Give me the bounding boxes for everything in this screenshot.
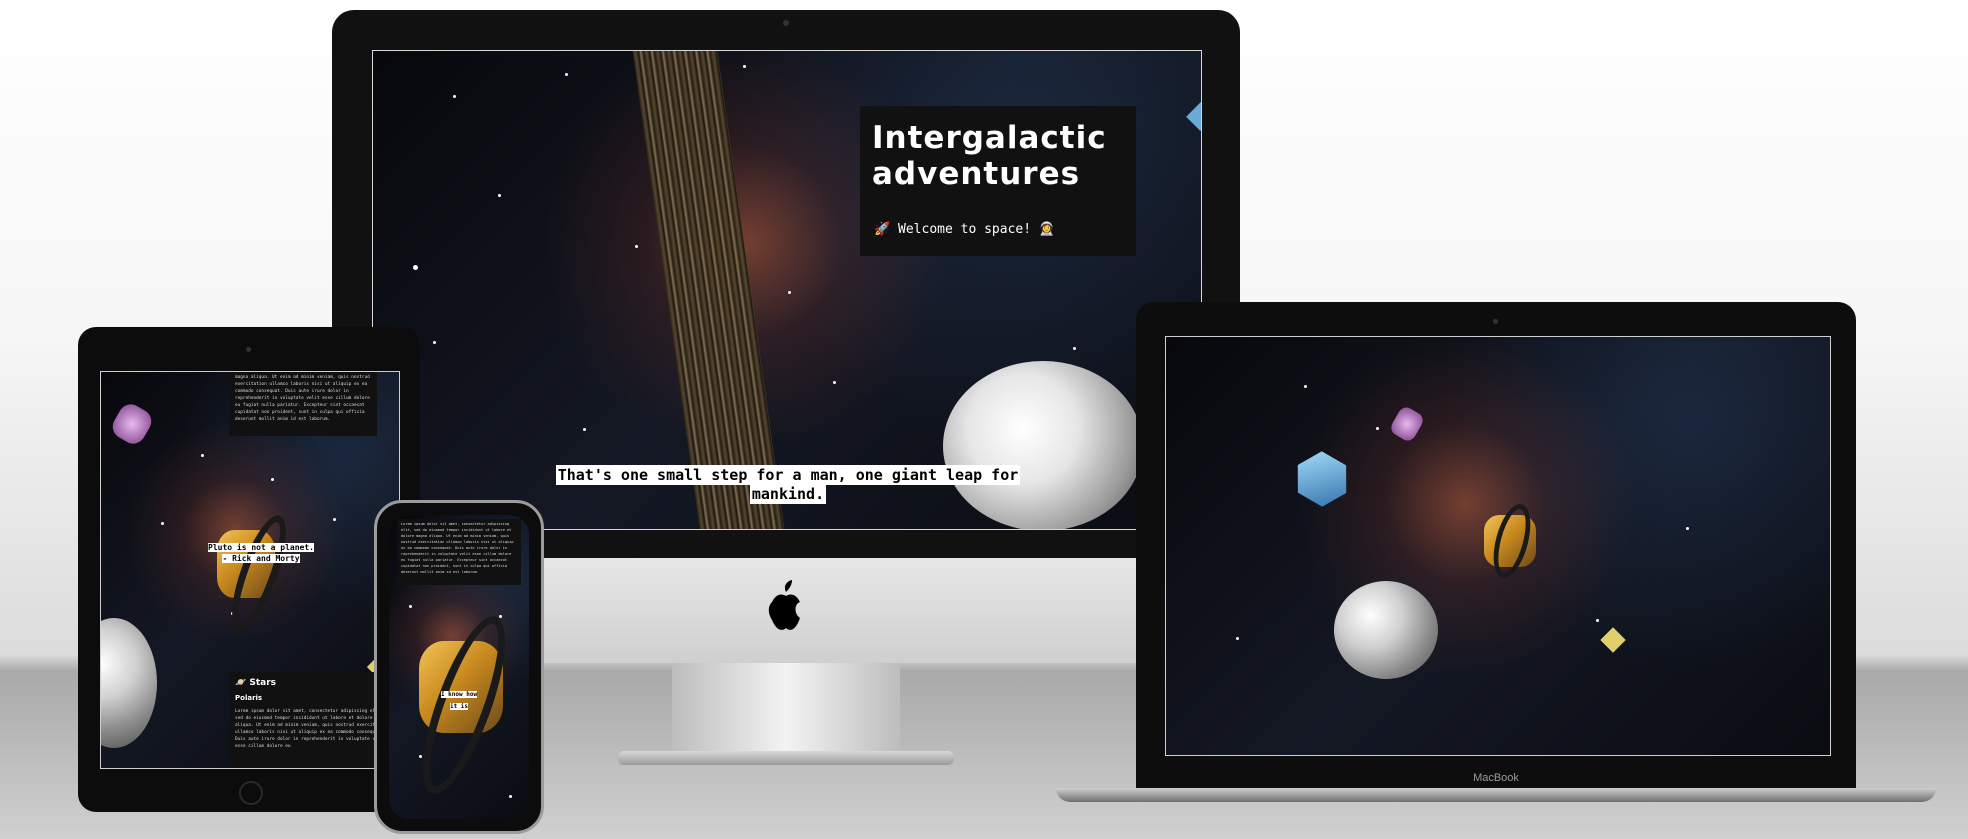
star	[1236, 637, 1239, 640]
macbook-screen	[1165, 336, 1831, 756]
hero-subtitle: 🚀 Welcome to space! 👩‍🚀	[874, 222, 1056, 237]
text-card-top: magna aliqua. Ut enim ad minim veniam, q…	[229, 372, 377, 436]
quote-line-1: That's one small step for a man, one gia…	[555, 465, 1021, 485]
star	[583, 428, 586, 431]
iphone-screen: Lorem ipsum dolor sit amet, consectetur …	[389, 515, 529, 819]
home-button[interactable]	[239, 781, 263, 805]
quote-line-2: it is	[449, 703, 469, 710]
imac-screen: Intergalactic adventures 🚀 Welcome to sp…	[372, 50, 1202, 530]
star	[271, 478, 274, 481]
iphone-quote: I know how it is	[429, 687, 489, 711]
ipad-quote: Pluto is not a planet. - Rick and Morty	[201, 542, 321, 564]
star	[1376, 427, 1379, 430]
star	[743, 65, 746, 68]
star	[413, 265, 418, 270]
macbook-brand-label: MacBook	[1473, 772, 1519, 784]
star	[833, 381, 836, 384]
apple-logo-icon	[764, 578, 808, 634]
ipad-screen: magna aliqua. Ut enim ad minim veniam, q…	[100, 371, 400, 769]
star	[419, 755, 422, 758]
purple-crystal	[1388, 404, 1426, 444]
star	[201, 454, 204, 457]
purple-crystal	[108, 399, 156, 449]
star	[1596, 619, 1599, 622]
quote-line-1: I know how	[440, 691, 478, 698]
camera-dot	[783, 20, 789, 26]
macbook-device: MacBook	[1136, 302, 1856, 792]
star	[498, 194, 501, 197]
star	[1304, 385, 1307, 388]
star	[499, 615, 502, 618]
star	[788, 291, 791, 294]
star	[333, 518, 336, 521]
hero-title-line1: Intergalactic	[872, 120, 1107, 156]
yellow-crystal	[1600, 627, 1626, 653]
camera-dot	[1493, 319, 1498, 324]
imac-stand-base	[618, 751, 954, 765]
star	[1073, 347, 1076, 350]
imac-device: Intergalactic adventures 🚀 Welcome to sp…	[332, 10, 1240, 558]
hero-card: Intergalactic adventures 🚀 Welcome to sp…	[860, 106, 1136, 256]
star	[161, 522, 164, 525]
quote-block: That's one small step for a man, one gia…	[543, 465, 1033, 504]
star	[565, 73, 568, 76]
star	[635, 245, 638, 248]
blue-crystal	[1186, 101, 1201, 131]
moon-planet	[1334, 581, 1438, 679]
top-paragraph: Lorem ipsum dolor sit amet, consectetur …	[401, 522, 514, 574]
hero-title-line2: adventures	[872, 156, 1081, 192]
moon-planet	[101, 618, 157, 748]
star	[1686, 527, 1689, 530]
star	[509, 795, 512, 798]
star	[453, 95, 456, 98]
moon-planet	[943, 361, 1143, 529]
quote-line-1: Pluto is not a planet.	[208, 543, 314, 552]
quote-line-2: mankind.	[749, 484, 827, 504]
camera-dot	[246, 347, 251, 352]
star	[433, 341, 436, 344]
text-card-top: Lorem ipsum dolor sit amet, consectetur …	[397, 519, 521, 585]
macbook-base	[1056, 788, 1936, 802]
quote-line-2: - Rick and Morty	[222, 554, 300, 563]
iphone-device: Lorem ipsum dolor sit amet, consectetur …	[374, 500, 544, 834]
blue-crystal	[1286, 444, 1358, 514]
ipad-device: magna aliqua. Ut enim ad minim veniam, q…	[78, 327, 420, 812]
wormhole-streak	[631, 51, 787, 529]
star	[409, 605, 412, 608]
imac-stand-neck	[672, 663, 900, 751]
top-paragraph: magna aliqua. Ut enim ad minim veniam, q…	[235, 375, 370, 422]
